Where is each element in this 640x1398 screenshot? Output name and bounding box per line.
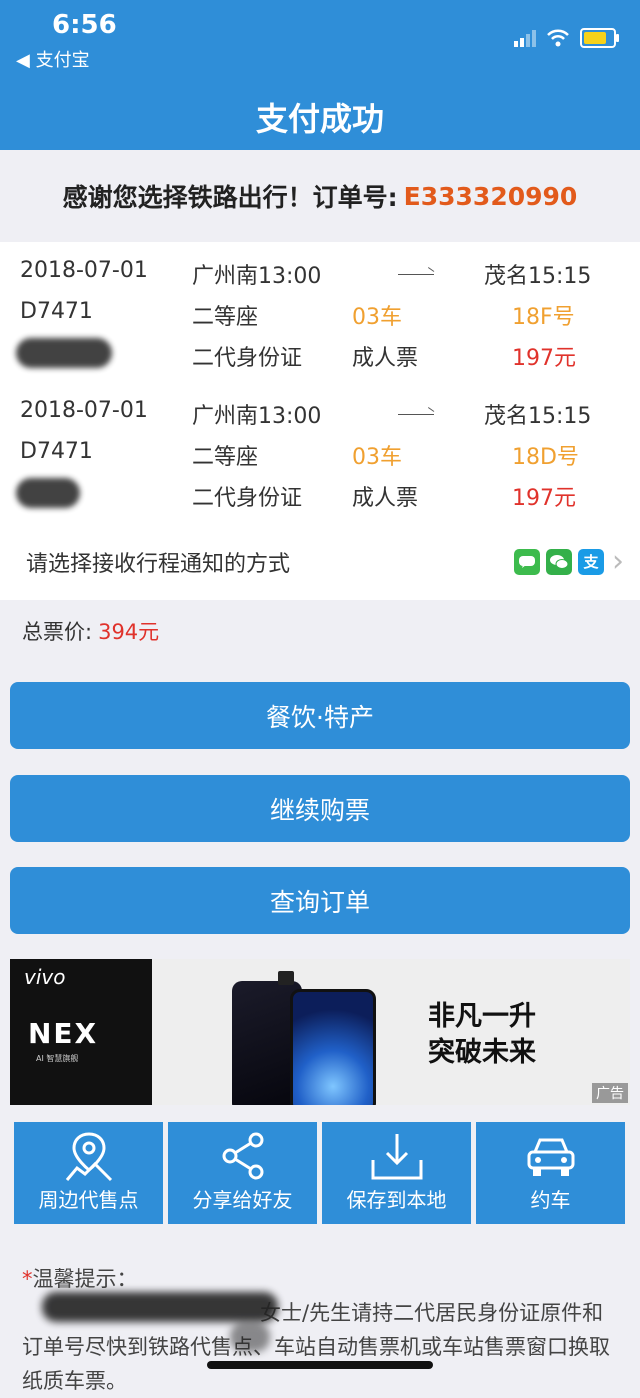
- ad-product: NEX: [28, 1017, 99, 1050]
- ticket-departure: 广州南13:00: [192, 264, 322, 289]
- back-to-app-link[interactable]: ◀ 支付宝: [16, 46, 90, 72]
- battery-icon: [580, 28, 619, 48]
- seat-class: 二等座: [192, 445, 259, 470]
- alipay-icon[interactable]: 支: [578, 548, 604, 575]
- passenger-name-redacted: [16, 338, 112, 368]
- train-number: D7471: [20, 439, 93, 464]
- signal-icon: [514, 29, 536, 47]
- ticket-date: 2018-07-01: [20, 258, 148, 283]
- back-app-label: 支付宝: [35, 50, 90, 71]
- redacted-name: [42, 1292, 278, 1322]
- status-icons: [514, 28, 619, 48]
- ad-banner[interactable]: vivo NEX AI 智慧旗舰 非凡一升 突破未来 广告: [10, 959, 630, 1105]
- ad-slogan-line2: 突破未来: [428, 1037, 536, 1068]
- ticket-date: 2018-07-01: [20, 398, 148, 423]
- food-specialty-button[interactable]: 餐饮·特产: [10, 682, 630, 749]
- home-indicator[interactable]: [207, 1361, 433, 1369]
- app-header: 6:56 ◀ 支付宝 支付成功: [0, 0, 640, 150]
- location-icon: [65, 1132, 112, 1182]
- seat-number: 18F号: [512, 305, 575, 330]
- ticket-type: 成人票: [352, 346, 419, 371]
- ticket-card: 2018-07-01 广州南13:00 茂名15:15 D7471 二等座 03…: [0, 242, 640, 383]
- ticket-departure: 广州南13:00: [192, 404, 322, 429]
- tips-title-text: 温馨提示：: [32, 1267, 138, 1291]
- nearby-agency-tile[interactable]: 周边代售点: [14, 1122, 163, 1224]
- car-icon: [527, 1138, 574, 1176]
- query-order-button[interactable]: 查询订单: [10, 867, 630, 934]
- passenger-name-redacted: [16, 478, 80, 508]
- tile-label: 保存到本地: [346, 1188, 447, 1212]
- id-type: 二代身份证: [192, 346, 303, 371]
- car-number: 03车: [352, 445, 402, 470]
- arrow-icon: [398, 414, 434, 415]
- tile-label: 约车: [530, 1188, 571, 1212]
- seat-number: 18D号: [512, 445, 579, 470]
- car-hailing-tile[interactable]: 约车: [476, 1122, 625, 1224]
- chevron-right-icon: ›: [612, 544, 624, 579]
- share-tile[interactable]: 分享给好友: [168, 1122, 317, 1224]
- id-type: 二代身份证: [192, 486, 303, 511]
- ad-slogan-line1: 非凡一升: [428, 1001, 536, 1032]
- order-number: E333320990: [403, 181, 578, 211]
- ad-slogan: 非凡一升 突破未来: [428, 999, 536, 1071]
- seat-class: 二等座: [192, 305, 259, 330]
- wechat-icon[interactable]: [546, 548, 572, 575]
- continue-buy-button[interactable]: 继续购票: [10, 775, 630, 842]
- thanks-text: 感谢您选择铁路出行！订单号:: [62, 183, 398, 212]
- total-label: 总票价:: [22, 620, 93, 644]
- total-price: 总票价: 394元: [22, 616, 159, 646]
- page-title: 支付成功: [255, 100, 384, 138]
- ad-subtitle: AI 智慧旗舰: [36, 1054, 79, 1063]
- notify-method-row[interactable]: 请选择接收行程通知的方式 支 ›: [0, 522, 640, 600]
- ticket-type: 成人票: [352, 486, 419, 511]
- ad-brand-panel: vivo NEX AI 智慧旗舰: [10, 959, 152, 1105]
- tile-label: 周边代售点: [38, 1188, 139, 1212]
- ticket-arrival: 茂名15:15: [484, 264, 592, 289]
- ticket-price: 197元: [512, 486, 576, 511]
- ticket-price: 197元: [512, 346, 576, 371]
- order-summary: 感谢您选择铁路出行！订单号: E333320990: [0, 150, 640, 242]
- arrow-icon: [398, 274, 434, 275]
- tile-label: 分享给好友: [192, 1188, 293, 1212]
- phone-front-image: [290, 989, 376, 1105]
- notify-label: 请选择接收行程通知的方式: [26, 552, 291, 577]
- wifi-icon: [547, 29, 569, 47]
- download-icon: [371, 1134, 422, 1180]
- ad-brand: vivo: [24, 965, 66, 989]
- ticket-arrival: 茂名15:15: [484, 404, 592, 429]
- ad-tag: 广告: [592, 1083, 628, 1103]
- total-amount: 394元: [98, 620, 160, 644]
- popup-camera-image: [278, 971, 294, 985]
- ticket-card: 2018-07-01 广州南13:00 茂名15:15 D7471 二等座 03…: [0, 382, 640, 523]
- tips-title: *温馨提示：: [22, 1267, 138, 1291]
- car-number: 03车: [352, 305, 402, 330]
- redacted-mark: [230, 1322, 270, 1352]
- save-local-tile[interactable]: 保存到本地: [322, 1122, 471, 1224]
- train-number: D7471: [20, 299, 93, 324]
- status-time: 6:56: [52, 10, 117, 40]
- sms-icon[interactable]: [514, 548, 540, 575]
- notify-icons: 支 ›: [514, 544, 624, 579]
- tips-section: *温馨提示： 女士/先生请持二代居民身份证原件和订单号尽快到铁路代售点、车站自动…: [22, 1262, 622, 1398]
- share-icon: [222, 1132, 263, 1180]
